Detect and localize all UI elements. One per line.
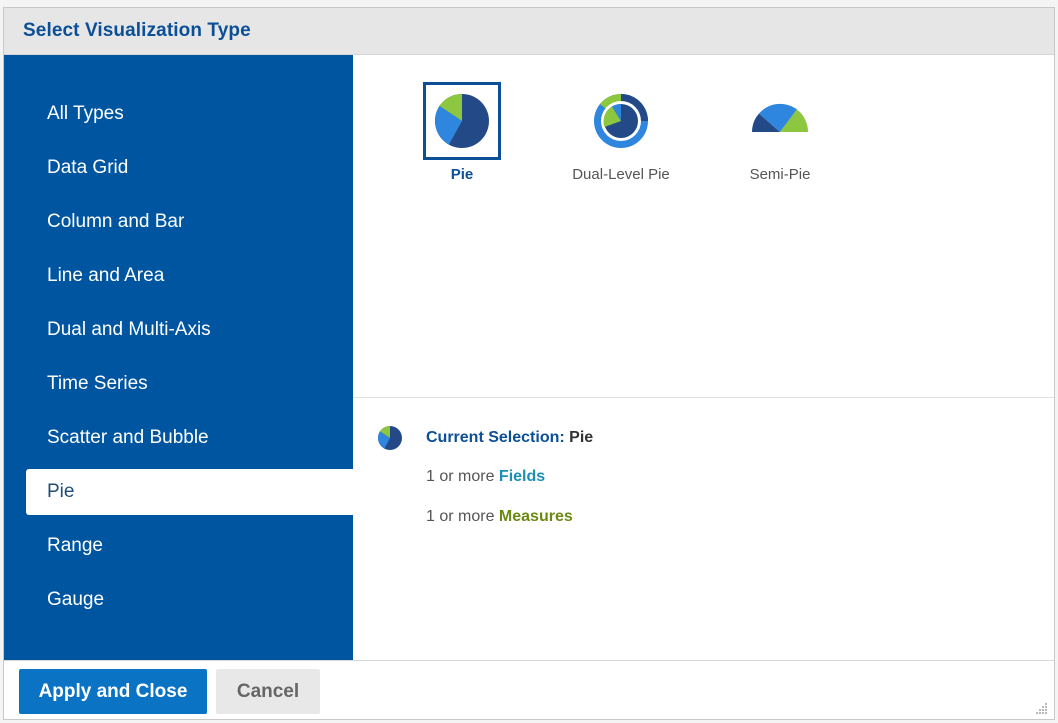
cancel-button[interactable]: Cancel xyxy=(216,669,320,714)
semi-pie-icon xyxy=(752,103,809,132)
category-range[interactable]: Range xyxy=(26,523,353,569)
fields-requirement-prefix: 1 or more xyxy=(426,468,495,485)
category-line-and-area[interactable]: Line and Area xyxy=(26,253,353,299)
category-sidebar: All Types Data Grid Column and Bar Line … xyxy=(4,55,353,660)
viz-thumb-dual-level-pie xyxy=(582,82,660,160)
viz-option-semi-pie[interactable]: Semi-Pie xyxy=(720,82,840,192)
dual-level-pie-icon xyxy=(594,93,648,148)
pie-chart-icon xyxy=(435,93,489,148)
fields-requirement: 1 or more Fields xyxy=(426,468,545,486)
category-column-and-bar[interactable]: Column and Bar xyxy=(26,199,353,245)
viz-label-pie: Pie xyxy=(450,166,474,183)
category-time-series[interactable]: Time Series xyxy=(26,361,353,407)
dialog-title: Select Visualization Type xyxy=(23,20,251,41)
fields-requirement-word: Fields xyxy=(498,468,546,485)
current-selection: Current Selection: Pie xyxy=(426,429,593,447)
category-gauge[interactable]: Gauge xyxy=(26,577,353,623)
measures-requirement-prefix: 1 or more xyxy=(426,508,495,525)
apply-and-close-button[interactable]: Apply and Close xyxy=(19,669,207,714)
viz-option-pie[interactable]: Pie xyxy=(402,82,522,192)
measures-requirement-word: Measures xyxy=(498,508,573,525)
dialog-header: Select Visualization Type xyxy=(4,8,1054,55)
current-selection-label: Current Selection: xyxy=(426,429,565,446)
viz-thumb-semi-pie xyxy=(741,82,819,160)
current-selection-value: Pie xyxy=(569,429,594,446)
visualization-gallery: Pie Dual-Level Pie Semi-Pie xyxy=(353,55,1054,395)
resize-grip-icon[interactable] xyxy=(1034,701,1048,715)
viz-option-dual-level-pie[interactable]: Dual-Level Pie xyxy=(561,82,681,192)
category-all-types[interactable]: All Types xyxy=(26,91,353,137)
dialog-footer: Apply and Close Cancel xyxy=(4,660,1054,719)
selection-details: Current Selection: Pie 1 or more Fields … xyxy=(353,397,1054,660)
measures-requirement: 1 or more Measures xyxy=(426,508,573,526)
category-data-grid[interactable]: Data Grid xyxy=(26,145,353,191)
category-scatter-bubble[interactable]: Scatter and Bubble xyxy=(26,415,353,461)
viz-label-dual-level-pie: Dual-Level Pie xyxy=(572,166,670,183)
visualization-type-dialog: Select Visualization Type All Types Data… xyxy=(3,7,1055,720)
viz-thumb-pie xyxy=(423,82,501,160)
pie-chart-icon xyxy=(378,426,402,450)
category-dual-multi-axis[interactable]: Dual and Multi-Axis xyxy=(26,307,353,353)
viz-label-semi-pie: Semi-Pie xyxy=(749,166,811,183)
category-pie[interactable]: Pie xyxy=(26,469,353,515)
